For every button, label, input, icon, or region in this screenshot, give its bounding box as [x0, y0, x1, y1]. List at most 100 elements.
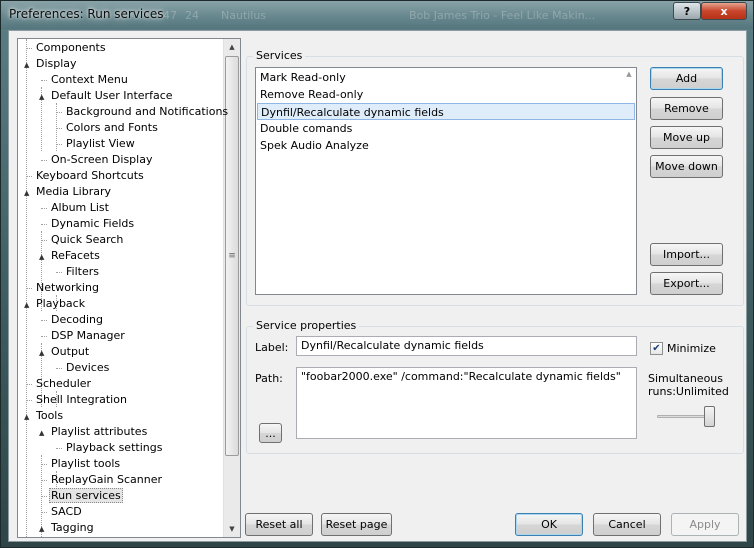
collapse-arrow-icon[interactable]: ▲: [39, 425, 49, 441]
tree-item[interactable]: ▲ Tagging: [39, 520, 96, 536]
tree-connector-line: [41, 480, 47, 481]
tree-connector-line: [26, 288, 32, 289]
list-item[interactable]: Dynfil/Recalculate dynamic fields: [257, 103, 635, 120]
tree-item[interactable]: ▲ Playback: [24, 296, 87, 312]
tree-connector-line: [41, 208, 47, 209]
remove-button[interactable]: Remove: [650, 97, 723, 120]
tree-item-label: Filters: [66, 265, 99, 278]
ok-button[interactable]: OK: [515, 513, 583, 536]
tree-item[interactable]: ▲ Default User Interface: [39, 88, 175, 104]
tree-item[interactable]: Playlist View: [54, 136, 137, 152]
services-group: Services ▲ Mark Read-only Remove Read-onl…: [246, 49, 744, 306]
tree-item[interactable]: Decoding: [39, 312, 105, 328]
tree-item[interactable]: Run services: [39, 488, 123, 504]
tree-item-label: Tools: [36, 409, 64, 422]
preferences-tree[interactable]: ▲ ≡ ▼ Components ▲ Display Context Menu ▲ Def…: [17, 38, 241, 538]
list-item[interactable]: Double comands: [257, 120, 635, 137]
scroll-up-icon[interactable]: ▲: [224, 39, 240, 55]
tree-item-label: Playlist tools: [51, 457, 121, 470]
tree-item[interactable]: Background and Notifications: [54, 104, 230, 120]
tree-item[interactable]: ▲ Tools: [24, 408, 65, 424]
tree-item-label: Tagging: [51, 521, 94, 534]
tree-item[interactable]: Devices: [54, 360, 111, 376]
collapse-arrow-icon[interactable]: ▲: [39, 521, 49, 537]
move-up-button[interactable]: Move up: [650, 126, 723, 149]
tree-item-label: SACD: [51, 505, 82, 518]
service-properties-group: Service properties Label: Dynfil/Recalcu…: [246, 319, 744, 454]
tree-item[interactable]: Keyboard Shortcuts: [24, 168, 146, 184]
tree-item-label: Playback settings: [66, 441, 163, 454]
tree-item[interactable]: On-Screen Display: [39, 152, 154, 168]
apply-button[interactable]: Apply: [671, 513, 739, 536]
tree-item[interactable]: ▲ Playlist attributes: [39, 424, 149, 440]
tree-item[interactable]: Networking: [24, 280, 101, 296]
tree-item[interactable]: Shell Integration: [24, 392, 129, 408]
collapse-arrow-icon[interactable]: ▲: [24, 409, 34, 425]
tree-connector-line: [41, 496, 47, 497]
close-button[interactable]: x: [701, 2, 747, 20]
tree-item[interactable]: Components: [24, 40, 108, 56]
browse-path-button[interactable]: ...: [259, 423, 282, 443]
services-list[interactable]: ▲ Mark Read-only Remove Read-only Dynfil/R…: [255, 67, 637, 295]
preferences-window: Preferences: Run services 47 24 Nautilus…: [0, 0, 754, 548]
collapse-arrow-icon[interactable]: ▲: [39, 89, 49, 105]
list-item[interactable]: Mark Read-only: [257, 69, 635, 86]
minimize-checkbox[interactable]: ✔: [650, 342, 663, 355]
tree-item[interactable]: DSP Manager: [39, 328, 127, 344]
tree-item-label: ReplayGain Scanner: [51, 473, 162, 486]
tree-item[interactable]: ▲ ReFacets: [39, 248, 102, 264]
tree-item[interactable]: ▲ Output: [39, 344, 91, 360]
tree-item[interactable]: Playlist tools: [39, 456, 122, 472]
cancel-button[interactable]: Cancel: [593, 513, 661, 536]
collapse-arrow-icon[interactable]: ▲: [39, 249, 49, 265]
tree-connector-line: [56, 112, 62, 113]
title-bar[interactable]: Preferences: Run services 47 24 Nautilus…: [1, 1, 753, 29]
tree-item[interactable]: Album List: [39, 200, 111, 216]
tree-item[interactable]: Dynamic Fields: [39, 216, 136, 232]
tree-connector-line: [56, 448, 62, 449]
collapse-arrow-icon[interactable]: ▲: [24, 57, 34, 73]
simultaneous-label: Simultaneous: [648, 372, 724, 385]
export-button[interactable]: Export...: [650, 272, 723, 295]
tree-item-label: Album List: [51, 201, 109, 214]
import-button[interactable]: Import...: [650, 243, 723, 266]
background-title-fragment: Nautilus: [221, 9, 267, 22]
window-title: Preferences: Run services: [9, 7, 164, 21]
tree-item[interactable]: ▲ Media Library: [24, 184, 113, 200]
help-icon: ?: [683, 4, 691, 18]
move-down-button[interactable]: Move down: [650, 155, 723, 178]
label-caption: Label:: [255, 341, 289, 354]
collapse-arrow-icon[interactable]: ▲: [24, 185, 34, 201]
list-item[interactable]: Spek Audio Analyze: [257, 137, 635, 154]
reset-page-button[interactable]: Reset page: [321, 513, 392, 536]
tree-item[interactable]: Colors and Fonts: [54, 120, 160, 136]
minimize-label: Minimize: [667, 342, 716, 355]
services-legend: Services: [253, 49, 306, 62]
tree-item[interactable]: Playback settings: [54, 440, 164, 456]
tree-connector-line: [56, 128, 62, 129]
tree-item-label: Playback: [36, 297, 86, 310]
help-button[interactable]: ?: [673, 2, 701, 20]
label-field[interactable]: Dynfil/Recalculate dynamic fields: [296, 336, 637, 356]
collapse-arrow-icon[interactable]: ▲: [24, 297, 34, 313]
tree-item-label: Dynamic Fields: [51, 217, 135, 230]
tree-connector-line: [41, 240, 47, 241]
collapse-arrow-icon[interactable]: ▲: [39, 345, 49, 361]
tree-connector-line: [41, 464, 47, 465]
tree-item-label: Decoding: [51, 313, 104, 326]
list-item[interactable]: Remove Read-only: [257, 86, 635, 103]
reset-all-button[interactable]: Reset all: [245, 513, 313, 536]
scroll-down-icon[interactable]: ▼: [224, 521, 240, 537]
background-title-fragment: 47: [163, 9, 177, 22]
add-button[interactable]: Add: [650, 67, 723, 90]
grip-icon: ≡: [228, 251, 236, 261]
tree-item[interactable]: ▲ Display: [24, 56, 79, 72]
runs-slider-thumb[interactable]: [704, 406, 715, 427]
dialog-client-area: ▲ ≡ ▼ Components ▲ Display Context Menu ▲ Def…: [8, 30, 747, 542]
tree-item[interactable]: ReplayGain Scanner: [39, 472, 164, 488]
tree-connector-line: [41, 336, 47, 337]
tree-item[interactable]: Quick Search: [39, 232, 125, 248]
tree-item[interactable]: Scheduler: [24, 376, 93, 392]
tree-item[interactable]: Context Menu: [39, 72, 130, 88]
path-field[interactable]: "foobar2000.exe" /command:"Recalculate d…: [296, 367, 637, 439]
